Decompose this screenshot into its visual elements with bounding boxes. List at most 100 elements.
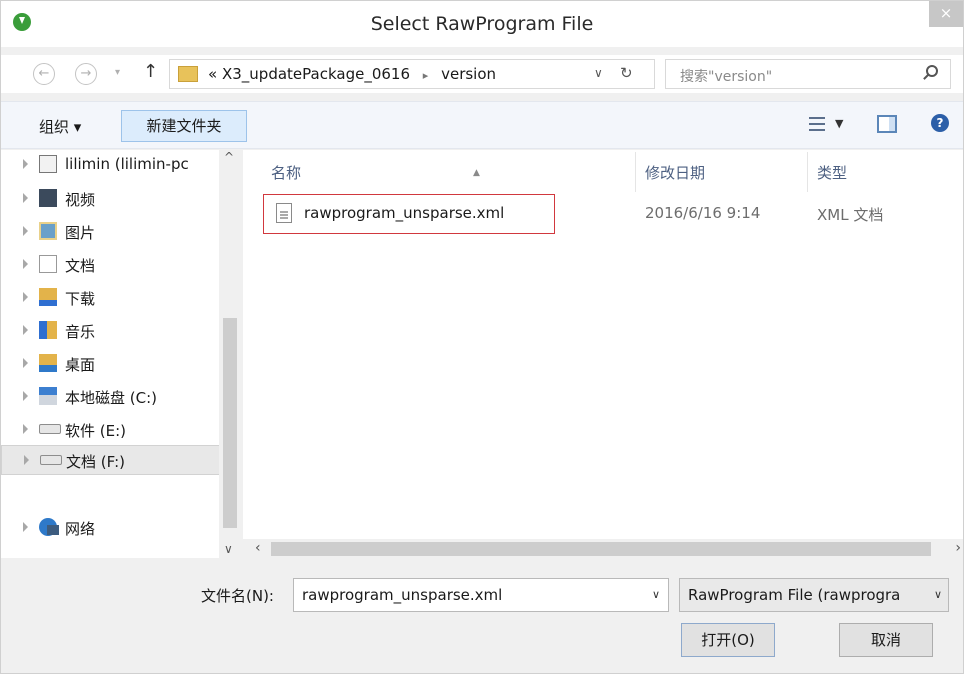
sidebar-item-label: 桌面 [65, 356, 96, 374]
organize-button[interactable]: 组织 ▾ [39, 116, 81, 137]
filename-label: 文件名(N): [201, 587, 274, 605]
scroll-right-icon[interactable]: › [955, 540, 961, 556]
breadcrumb-prefix[interactable]: « [208, 65, 217, 83]
sidebar-item-label: 网络 [65, 520, 96, 538]
address-bar[interactable]: « X3_updatePackage_0616 ▸ version ∨ ↻ [169, 59, 655, 89]
expand-icon[interactable] [23, 358, 28, 368]
expand-icon[interactable] [23, 259, 28, 269]
expand-icon[interactable] [23, 292, 28, 302]
filename-input[interactable]: rawprogram_unsparse.xml ∨ [293, 578, 669, 612]
window-title: Select RawProgram File [370, 13, 594, 35]
navigation-pane: lilimin (lilimin-pc 视频 图片 文档 下载 音乐 桌面 本地… [1, 150, 241, 558]
table-row[interactable]: rawprogram_unsparse.xml [263, 194, 555, 234]
chevron-down-icon[interactable]: ∨ [594, 66, 603, 80]
file-name: rawprogram_unsparse.xml [304, 204, 505, 222]
search-placeholder: 搜索"version" [680, 69, 773, 85]
toolbar: 组织 ▾ 新建文件夹 ▼ ? [1, 101, 963, 149]
sidebar-item-downloads[interactable]: 下载 [1, 283, 221, 313]
view-options-icon[interactable] [809, 117, 825, 131]
drive-icon [40, 455, 62, 465]
sidebar-item-label: 视频 [65, 191, 96, 209]
expand-icon[interactable] [23, 522, 28, 532]
scrollbar-thumb[interactable] [271, 542, 931, 556]
title-bar: Select RawProgram File × [1, 1, 963, 47]
expand-icon[interactable] [23, 193, 28, 203]
sidebar-item-videos[interactable]: 视频 [1, 184, 221, 214]
sidebar-item-local-disk-c[interactable]: 本地磁盘 (C:) [1, 382, 221, 412]
sidebar-scrollbar[interactable]: ^ ∨ [219, 150, 241, 558]
expand-icon[interactable] [24, 455, 29, 465]
recent-locations-icon[interactable]: ▾ [115, 67, 120, 78]
sidebar-item-pictures[interactable]: 图片 [1, 217, 221, 247]
expand-icon[interactable] [23, 424, 28, 434]
sidebar-item-label: 图片 [65, 224, 96, 242]
refresh-icon[interactable]: ↻ [620, 64, 633, 82]
sidebar-item-music[interactable]: 音乐 [1, 316, 221, 346]
scroll-up-icon[interactable]: ^ [224, 150, 234, 164]
search-input[interactable]: 搜索"version" [665, 59, 951, 89]
column-header-name[interactable]: 名称 ▲ [271, 156, 631, 190]
file-modified-date: 2016/6/16 9:14 [645, 204, 761, 222]
local-disk-icon [39, 387, 57, 405]
folder-icon [178, 66, 198, 82]
scroll-left-icon[interactable]: ‹ [255, 540, 261, 556]
column-header-date[interactable]: 修改日期 [645, 156, 795, 190]
new-folder-button[interactable]: 新建文件夹 [121, 110, 247, 142]
up-arrow-icon[interactable]: ↑ [143, 61, 158, 82]
breadcrumb-item-version[interactable]: version [441, 65, 496, 83]
music-folder-icon [39, 321, 57, 339]
breadcrumb-item-package[interactable]: X3_updatePackage_0616 [222, 65, 410, 83]
network-computer-icon [47, 525, 59, 535]
file-type: XML 文档 [817, 206, 884, 224]
sidebar-item-drive-e[interactable]: 软件 (E:) [1, 415, 221, 445]
horizontal-scrollbar[interactable]: ‹ › [243, 539, 963, 559]
filetype-value: RawProgram File (rawprogra [688, 586, 901, 604]
help-icon[interactable]: ? [931, 114, 949, 132]
sidebar-item-label: 下载 [65, 290, 96, 308]
address-row: ← → ▾ ↑ « X3_updatePackage_0616 ▸ versio… [1, 55, 963, 93]
video-folder-icon [39, 189, 57, 207]
column-divider[interactable] [807, 152, 808, 192]
downloads-folder-icon [39, 288, 57, 306]
sidebar-item-label: 音乐 [65, 323, 96, 341]
preview-pane-icon[interactable] [877, 115, 897, 133]
drive-icon [39, 424, 61, 434]
sidebar-item-drive-f[interactable]: 文档 (F:) [1, 445, 221, 475]
chevron-down-icon[interactable]: ∨ [652, 588, 660, 601]
close-button[interactable]: × [929, 1, 963, 27]
breadcrumb: « X3_updatePackage_0616 ▸ version [208, 65, 496, 83]
cancel-button[interactable]: 取消 [839, 623, 933, 657]
file-list: 名称 ▲ 修改日期 类型 rawprogram_unsparse.xml 201… [243, 150, 963, 558]
sidebar-item-user-computer[interactable]: lilimin (lilimin-pc [1, 150, 221, 180]
forward-button[interactable]: → [75, 63, 97, 85]
column-header-label: 名称 [271, 164, 302, 182]
user-computer-icon [39, 155, 57, 173]
open-button[interactable]: 打开(O) [681, 623, 775, 657]
sidebar-item-label: 文档 [65, 257, 96, 275]
sidebar-item-label: 文档 (F:) [66, 453, 125, 471]
breadcrumb-separator[interactable]: ▸ [423, 69, 429, 82]
documents-folder-icon [39, 255, 57, 273]
expand-icon[interactable] [23, 159, 28, 169]
sidebar-item-network[interactable]: 网络 [1, 513, 221, 543]
search-icon[interactable] [926, 65, 938, 77]
expand-icon[interactable] [23, 226, 28, 236]
sidebar-item-label: 软件 (E:) [65, 422, 127, 440]
chevron-down-icon[interactable]: ∨ [934, 588, 942, 601]
pictures-folder-icon [39, 222, 57, 240]
scrollbar-thumb[interactable] [223, 318, 237, 528]
expand-icon[interactable] [23, 325, 28, 335]
sidebar-item-documents[interactable]: 文档 [1, 250, 221, 280]
sidebar-item-label: lilimin (lilimin-pc [65, 155, 189, 173]
column-divider[interactable] [635, 152, 636, 192]
back-button[interactable]: ← [33, 63, 55, 85]
column-header-type[interactable]: 类型 [817, 156, 937, 190]
sort-ascending-icon: ▲ [473, 168, 480, 178]
expand-icon[interactable] [23, 391, 28, 401]
sidebar-item-desktop[interactable]: 桌面 [1, 349, 221, 379]
file-dialog: Select RawProgram File × ← → ▾ ↑ « X3_up… [0, 0, 964, 674]
scroll-down-icon[interactable]: ∨ [224, 542, 233, 556]
sidebar-item-label: 本地磁盘 (C:) [65, 389, 157, 407]
filetype-select[interactable]: RawProgram File (rawprogra ∨ [679, 578, 949, 612]
view-dropdown-icon[interactable]: ▼ [835, 117, 843, 130]
